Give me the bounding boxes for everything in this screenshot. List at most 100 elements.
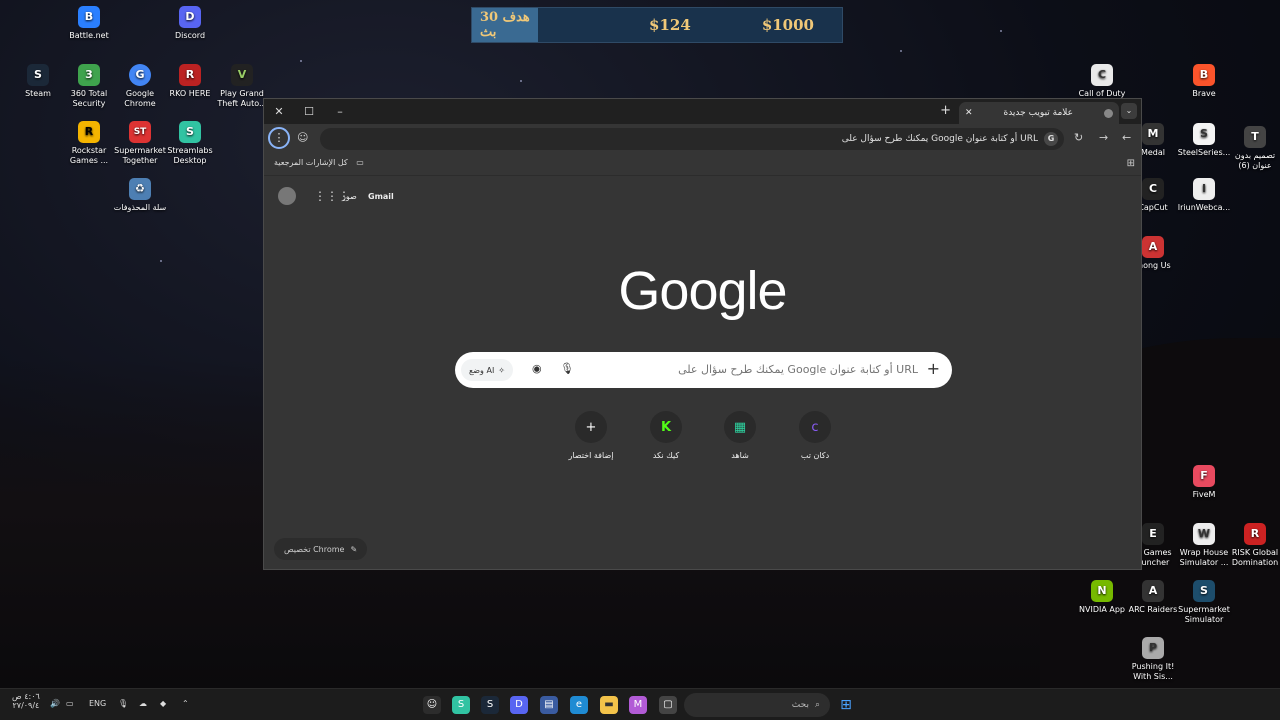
desktop-icon-recycle-bin[interactable]: ♻ سلة المحذوفات (111, 178, 169, 213)
desktop-icon-rockstar[interactable]: R Rockstar Games ... (60, 121, 118, 166)
search-placeholder: يمكنك طرح سؤال على Google أو كتابة عنوان… (678, 363, 918, 376)
close-window-button[interactable]: ✕ (270, 103, 288, 121)
chrome-tab-icon (1103, 108, 1113, 118)
images-link[interactable]: صور (342, 192, 357, 201)
shortcut-tile[interactable]: c دكان تب (785, 411, 845, 460)
microphone-icon[interactable]: 🎙 (560, 362, 574, 375)
desktop-icon-steelseries[interactable]: S SteelSeries... (1175, 123, 1233, 158)
maximize-button[interactable]: ☐ (300, 103, 318, 121)
desktop-icon-wrap-house[interactable]: W Wrap House Simulator ... (1175, 523, 1233, 568)
shortcut-label: دكان تب (800, 451, 830, 460)
desktop-icon-label: SteelSeries... (1177, 148, 1231, 157)
file-icon: C (1091, 64, 1113, 86)
desktop-icon-iriun[interactable]: I IriunWebca... (1175, 178, 1233, 213)
steelseries-icon: S (1193, 123, 1215, 145)
close-tab-icon[interactable]: ✕ (965, 108, 973, 118)
omnibox[interactable]: يمكنك طرح سؤال على Google أو كتابة عنوان… (320, 128, 1064, 150)
folder-icon[interactable]: ▬ (600, 696, 618, 714)
clock-date: ٢٧/٠٩/٤ (12, 701, 40, 710)
desktop-icon-discord[interactable]: D Discord (161, 6, 219, 41)
shield-icon: 3 (78, 64, 100, 86)
steam-icon[interactable]: S (481, 696, 499, 714)
app-icon[interactable]: M (629, 696, 647, 714)
profile-icon[interactable]: ☺ (297, 131, 308, 144)
gmail-link[interactable]: Gmail (368, 192, 394, 201)
apps-grid-icon[interactable]: ⊞ (1127, 158, 1135, 169)
desktop-icon-nvidia[interactable]: N NVIDIA App (1073, 580, 1131, 615)
game-icon: R (1244, 523, 1266, 545)
discord-icon[interactable]: D (510, 696, 528, 714)
desktop-icon-label: ARC Raiders (1128, 605, 1178, 614)
game-icon: W (1193, 523, 1215, 545)
desktop-icon-arc-raiders[interactable]: A ARC Raiders (1124, 580, 1182, 615)
forward-button[interactable]: → (1099, 131, 1108, 144)
nvidia-tray-icon[interactable]: ◆ (160, 699, 166, 708)
add-shortcut-tile[interactable]: + إضافة اختصار (561, 411, 621, 460)
desktop-icon-risk[interactable]: R RISK Global Domination (1226, 523, 1280, 568)
new-tab-button[interactable]: + (940, 103, 951, 118)
desktop-icon-streamlabs[interactable]: S Streamlabs Desktop (161, 121, 219, 166)
stream-goal-overlay: هدف 30 بث $124 $1000 (471, 7, 843, 43)
desktop-icon-label: Medal (1140, 148, 1166, 157)
microphone-icon[interactable]: 🎙 (118, 699, 128, 708)
battlenet-icon: B (78, 6, 100, 28)
window-icon[interactable]: ▢ (659, 696, 677, 714)
all-bookmarks[interactable]: كل الإشارات المرجعية ▭ (274, 158, 364, 167)
star (900, 50, 902, 52)
chrome-window[interactable]: ✕ ☐ – + ✕ علامة تبويب جديدة ⌄ ⋮ ☺ يمكنك … (263, 98, 1142, 570)
language-indicator[interactable]: ENG (89, 699, 106, 708)
desktop-icon-label: Wrap House Simulator ... (1179, 548, 1229, 567)
taskbar-app-icon[interactable]: ☺ (423, 696, 441, 714)
sparkle-search-icon: ✧ (498, 365, 505, 375)
search-icon: ⌕ (814, 700, 820, 710)
network-icon[interactable]: ▭ (66, 699, 74, 708)
cloud-icon[interactable]: ☁ (139, 699, 147, 708)
shortcut-icon: c (799, 411, 831, 443)
desktop-icon-battlenet[interactable]: B Battle.net (60, 6, 118, 41)
add-icon: + (575, 411, 607, 443)
minimize-button[interactable]: – (331, 103, 349, 121)
chrome-menu-button[interactable]: ⋮ (268, 127, 290, 149)
desktop-icon-label: سلة المحذوفات (113, 203, 167, 212)
taskbar-search[interactable]: بحث ⌕ (684, 693, 830, 717)
back-button[interactable]: ← (1122, 131, 1131, 144)
desktop-icon-fivem[interactable]: F FiveM (1175, 465, 1233, 500)
clock[interactable]: ٤:٠٦ ص ٢٧/٠٩/٤ (12, 692, 40, 710)
reload-button[interactable]: ↻ (1074, 131, 1083, 144)
customize-chrome-button[interactable]: تخصيص Chrome ✎ (274, 538, 368, 560)
desktop-icon-rko-here[interactable]: R RKO HERE (161, 64, 219, 99)
shortcut-tile[interactable]: K كيك نكد (636, 411, 696, 460)
desktop-icon-360-security[interactable]: 3 360 Total Security (60, 64, 118, 109)
search-box[interactable]: وضع AI ✧ ◉ 🎙 يمكنك طرح سؤال على Google أ… (455, 352, 952, 388)
desktop-icon-label: Battle.net (69, 31, 109, 40)
gta-icon: V (231, 64, 253, 86)
desktop-icon-label: Discord (174, 31, 206, 40)
desktop-icon-label: Streamlabs Desktop (167, 146, 213, 165)
desktop-icon-design-untitled[interactable]: T تصميم بدون عنوان (6) (1226, 126, 1280, 171)
start-icon[interactable]: ⊞ (837, 696, 855, 714)
lens-icon[interactable]: ◉ (532, 362, 542, 375)
google-icon: G (1044, 132, 1058, 146)
desktop-icon-label: Google Chrome (124, 89, 156, 108)
new-tab-page: ⋮⋮⋮ صور Gmail Google وضع AI ✧ ◉ 🎙 يمكنك … (264, 176, 1141, 570)
desktop-icon-label: Pushing It! With Sis... (1131, 662, 1175, 681)
store-icon[interactable]: ▤ (540, 696, 558, 714)
volume-icon[interactable]: 🔊 (50, 699, 60, 708)
ai-mode-button[interactable]: وضع AI ✧ (461, 359, 513, 381)
desktop-icon-brave[interactable]: B Brave (1175, 64, 1233, 99)
toolbar: ⋮ ☺ يمكنك طرح سؤال على Google أو كتابة ع… (264, 124, 1141, 154)
tab-new-tab[interactable]: ✕ علامة تبويب جديدة (959, 102, 1119, 124)
desktop-icon-pushing-it[interactable]: P Pushing It! With Sis... (1124, 637, 1182, 682)
edge-icon[interactable]: e (570, 696, 588, 714)
desktop-icon-steam[interactable]: S Steam (9, 64, 67, 99)
desktop-icon-label: Supermarket Simulator (1178, 605, 1230, 624)
desktop-icon-call-of-duty[interactable]: C Call of Duty (1073, 64, 1131, 99)
chevron-up-icon[interactable]: ⌃ (182, 699, 189, 708)
plus-icon[interactable]: + (927, 359, 940, 378)
avatar[interactable] (278, 187, 296, 205)
streamlabs-icon[interactable]: S (452, 696, 470, 714)
shortcut-icon: K (650, 411, 682, 443)
tab-search-button[interactable]: ⌄ (1121, 103, 1137, 119)
shortcut-tile[interactable]: ▦ شاهد (710, 411, 770, 460)
desktop-icon-supermarket-simulator[interactable]: S Supermarket Simulator (1175, 580, 1233, 625)
